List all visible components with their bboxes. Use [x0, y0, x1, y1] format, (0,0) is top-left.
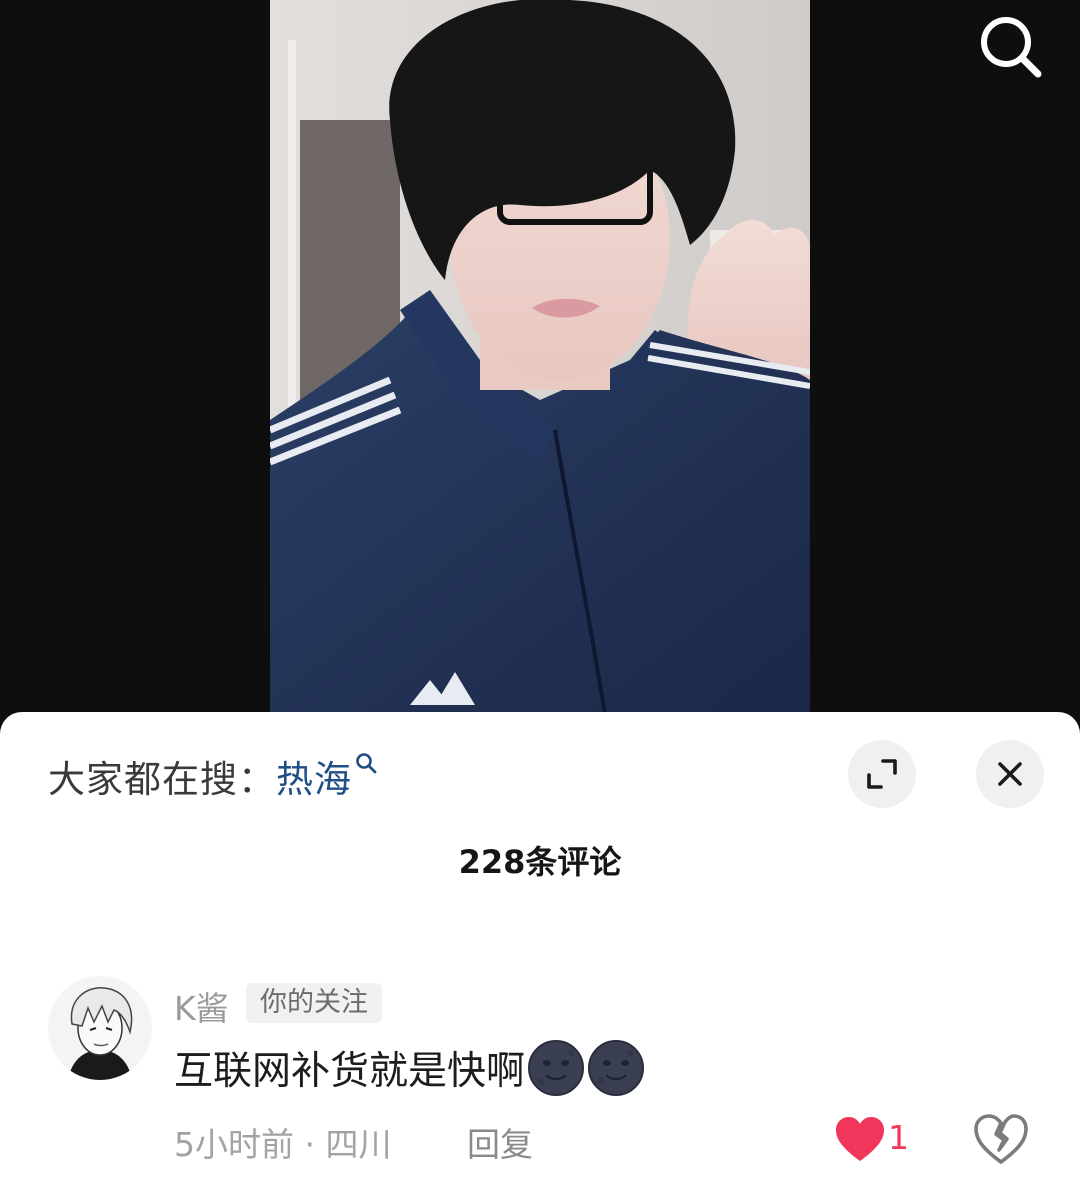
video-frame[interactable] [270, 0, 810, 715]
search-icon [981, 17, 1042, 78]
expand-button[interactable] [848, 740, 916, 808]
search-button[interactable] [972, 8, 1048, 84]
dislike-button[interactable] [972, 1112, 1030, 1168]
comment-count-title: 228条评论 [458, 843, 622, 881]
like-count: 1 [888, 1118, 909, 1157]
search-icon [356, 753, 377, 774]
heart-icon [836, 1117, 884, 1161]
like-button[interactable] [834, 1115, 886, 1165]
reply-button[interactable]: 回复 [467, 1118, 533, 1166]
comment-meta: 5小时前 · 四川 [174, 1125, 392, 1164]
comment-body[interactable]: 互联网补货就是快啊 [174, 1040, 645, 1096]
hot-search-prefix: 大家都在搜： [48, 758, 276, 801]
comment-username[interactable]: K酱 [174, 982, 229, 1030]
close-button[interactable] [976, 740, 1044, 808]
hot-search-banner[interactable]: 大家都在搜： 热海 [48, 749, 378, 803]
hot-search-term[interactable]: 热海 [276, 749, 378, 803]
new-moon-face-emoji [588, 1040, 645, 1096]
video-still-image [270, 0, 810, 715]
avatar-image [48, 976, 152, 1080]
comment-text: 互联网补货就是快啊 [174, 1049, 526, 1094]
following-badge: 你的关注 [246, 983, 382, 1023]
expand-icon [867, 759, 897, 789]
avatar[interactable] [48, 976, 152, 1080]
new-moon-face-emoji [528, 1040, 585, 1096]
hot-search-term-label: 热海 [276, 758, 352, 801]
close-icon [998, 762, 1022, 786]
video-player[interactable] [0, 0, 1080, 715]
broken-heart-icon [974, 1114, 1028, 1164]
